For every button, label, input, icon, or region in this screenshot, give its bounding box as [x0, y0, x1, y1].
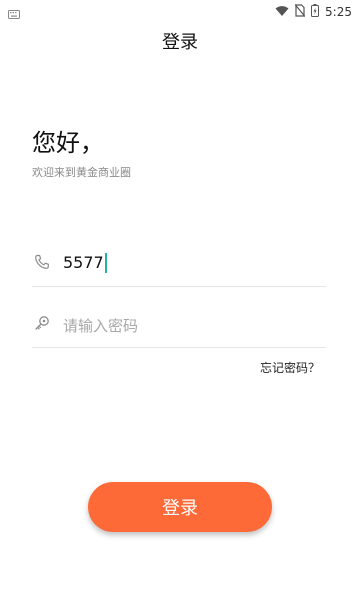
status-bar: 5:25 [0, 0, 360, 20]
wifi-icon [275, 2, 289, 21]
page-title: 登录 [162, 32, 198, 53]
status-time: 5:25 [325, 4, 352, 19]
login-button[interactable]: 登录 [88, 482, 272, 532]
password-input[interactable]: 请输入密码 [63, 315, 138, 336]
battery-icon [311, 2, 320, 21]
forgot-password-link[interactable]: 忘记密码？ [260, 359, 320, 376]
login-button-label: 登录 [162, 498, 198, 519]
text-caret [104, 252, 107, 273]
keyboard-icon [8, 4, 20, 23]
greeting-subtitle: 欢迎来到黄金商业圈 [32, 166, 131, 179]
phone-input[interactable]: 5577 [63, 252, 107, 274]
no-sim-icon [294, 2, 306, 21]
key-icon [34, 315, 50, 331]
password-field[interactable]: 请输入密码 [32, 303, 326, 348]
phone-input-value: 5577 [63, 253, 104, 272]
phone-icon [34, 254, 50, 270]
phone-field[interactable]: 5577 [32, 242, 326, 287]
greeting-title: 您好， [32, 129, 104, 157]
